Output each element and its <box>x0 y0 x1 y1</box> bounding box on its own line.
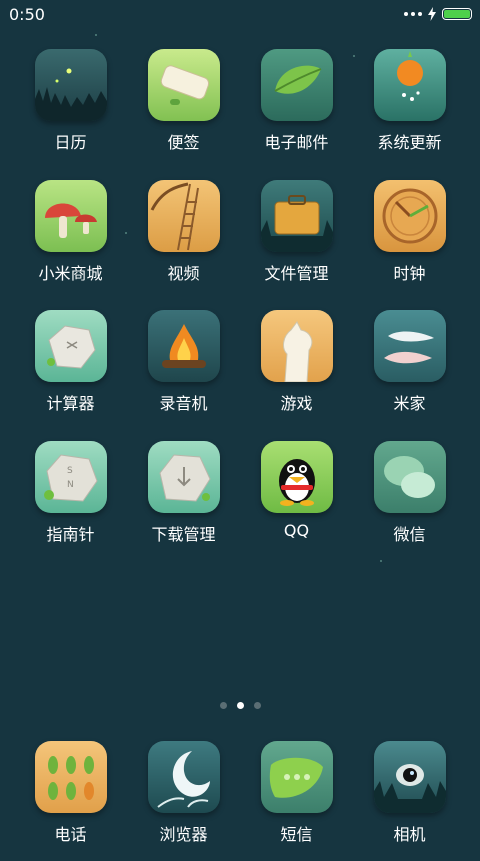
page-dot[interactable] <box>219 702 227 709</box>
app-label: 微信 <box>393 525 426 544</box>
svg-text:S: S <box>67 466 73 476</box>
app-mijia[interactable]: 米家 <box>353 310 466 430</box>
app-notes[interactable]: 便签 <box>127 49 240 169</box>
app-label: 计算器 <box>46 394 95 413</box>
app-file-manager[interactable]: 文件管理 <box>240 180 353 300</box>
app-label: 视频 <box>167 264 200 283</box>
calculator-icon <box>35 310 107 382</box>
calendar-icon <box>35 49 107 121</box>
app-label: 下载管理 <box>151 525 216 544</box>
app-games[interactable]: 游戏 <box>240 310 353 430</box>
battery-icon <box>442 8 472 20</box>
app-video[interactable]: 视频 <box>127 180 240 300</box>
more-dots-icon <box>404 12 422 16</box>
app-label: 录音机 <box>159 394 208 413</box>
app-label: 游戏 <box>280 394 313 413</box>
app-label: 系统更新 <box>377 133 442 152</box>
notes-icon <box>148 49 220 121</box>
phone-icon <box>35 741 107 813</box>
app-label: 电子邮件 <box>264 133 329 152</box>
app-email[interactable]: 电子邮件 <box>240 49 353 169</box>
app-label: 时钟 <box>393 264 426 283</box>
app-compass[interactable]: S N 指南针 <box>14 441 127 561</box>
sparkle <box>95 34 97 36</box>
dock-camera[interactable]: 相机 <box>353 741 466 861</box>
app-label: 日历 <box>54 133 87 152</box>
app-label: 指南针 <box>46 525 95 544</box>
page-dot[interactable] <box>253 702 261 709</box>
browser-icon <box>148 741 220 813</box>
lightning-icon <box>428 7 436 21</box>
app-mi-store[interactable]: 小米商城 <box>14 180 127 300</box>
dock-messages[interactable]: 短信 <box>240 741 353 861</box>
app-label: 电话 <box>54 825 87 844</box>
camera-icon <box>374 741 446 813</box>
dock-phone[interactable]: 电话 <box>14 741 127 861</box>
app-label: 文件管理 <box>264 264 329 283</box>
status-time: 0:50 <box>9 5 45 24</box>
app-calendar[interactable]: 日历 <box>14 49 127 169</box>
app-recorder[interactable]: 录音机 <box>127 310 240 430</box>
email-icon <box>261 49 333 121</box>
status-icons <box>404 6 472 22</box>
page-dot-active[interactable] <box>236 702 244 709</box>
app-clock[interactable]: 时钟 <box>353 180 466 300</box>
compass-icon: S N <box>35 441 107 513</box>
app-qq[interactable]: QQ <box>240 441 353 561</box>
app-downloads[interactable]: 下载管理 <box>127 441 240 561</box>
app-calculator[interactable]: 计算器 <box>14 310 127 430</box>
app-label: 便签 <box>167 133 200 152</box>
recorder-icon <box>148 310 220 382</box>
app-label: 短信 <box>280 825 313 844</box>
app-system-update[interactable]: 系统更新 <box>353 49 466 169</box>
svg-text:N: N <box>67 480 74 490</box>
mijia-icon <box>374 310 446 382</box>
app-label: 米家 <box>393 394 426 413</box>
status-bar: 0:50 <box>0 0 480 30</box>
messages-icon <box>261 741 333 813</box>
app-label: QQ <box>283 521 310 540</box>
battery-fill <box>444 10 470 18</box>
app-label: 相机 <box>393 825 426 844</box>
mi-store-icon <box>35 180 107 252</box>
downloads-icon <box>148 441 220 513</box>
system-update-icon <box>374 49 446 121</box>
app-label: 小米商城 <box>38 264 103 283</box>
app-label: 浏览器 <box>159 825 208 844</box>
qq-icon <box>261 441 333 513</box>
file-manager-icon <box>261 180 333 252</box>
dock-browser[interactable]: 浏览器 <box>127 741 240 861</box>
games-icon <box>261 310 333 382</box>
page-indicator[interactable] <box>0 702 480 709</box>
clock-icon <box>374 180 446 252</box>
video-icon <box>148 180 220 252</box>
app-wechat[interactable]: 微信 <box>353 441 466 561</box>
wechat-icon <box>374 441 446 513</box>
